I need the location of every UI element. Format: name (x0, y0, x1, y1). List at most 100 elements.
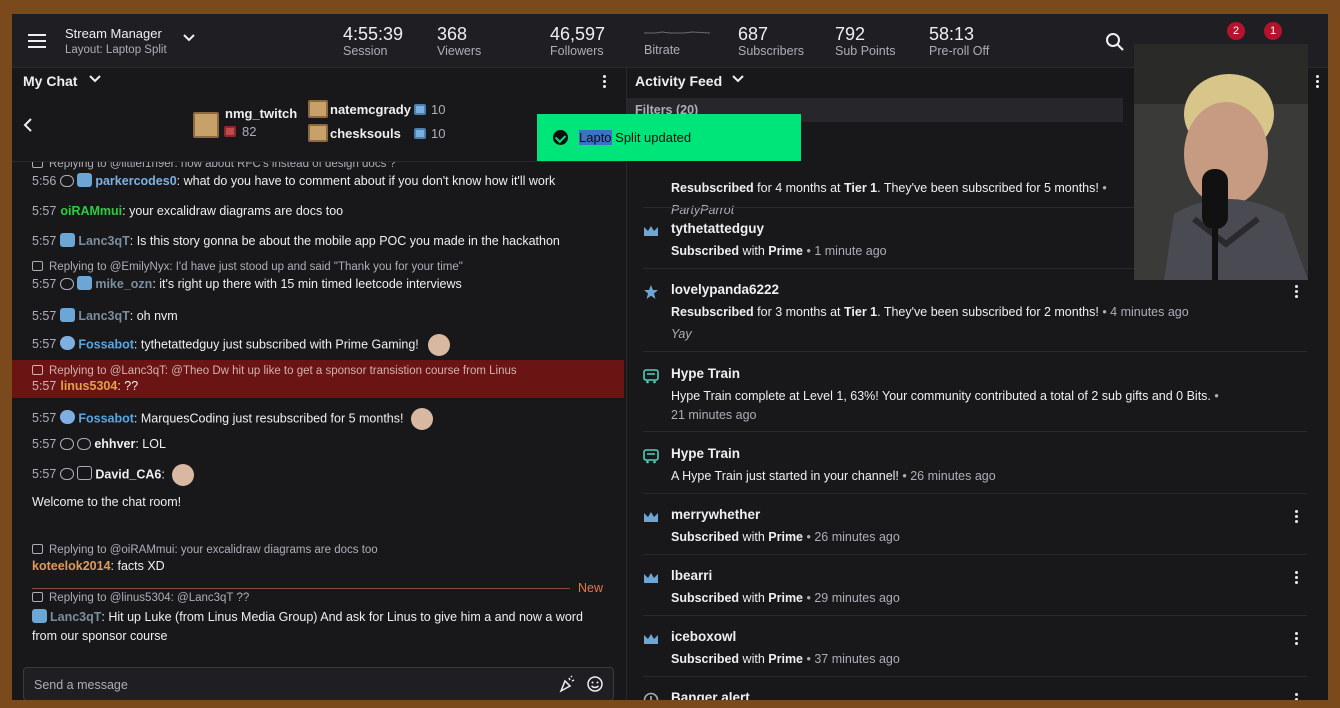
timestamp: 5:57 (32, 379, 57, 393)
feed-item-more-icon[interactable] (1293, 509, 1299, 525)
message-text: : facts XD (110, 559, 165, 573)
feed-item-more-icon[interactable] (1293, 631, 1299, 647)
activity-feed-chevron-down-icon[interactable] (731, 71, 745, 87)
reply-icon (32, 544, 43, 554)
username[interactable]: Fossabot (78, 337, 134, 351)
stat-label: Pre-roll Off (929, 44, 990, 58)
gifter-name[interactable]: nmg_twitch (225, 106, 297, 121)
reply-text: Replying to @Lanc3qT: @Theo Dw hit up li… (49, 365, 517, 377)
feed-username[interactable]: merrywhether (671, 507, 760, 522)
feed-action-detail: for 4 months at (753, 181, 844, 195)
gift-rank-2-icon (308, 100, 328, 118)
hype-train-icon (643, 449, 659, 464)
feed-more-icon[interactable] (1314, 74, 1320, 90)
top-gifters-leaderboard: nmg_twitch 82 natemcgrady 10 chesksouls … (12, 94, 624, 162)
username[interactable]: parkercodes0 (95, 174, 176, 188)
username[interactable]: ehhver (94, 437, 135, 451)
username[interactable]: Lanc3qT (78, 234, 129, 248)
reply-text: Replying to @EmilyNyx: I'd have just sto… (49, 261, 463, 273)
search-icon[interactable] (1105, 32, 1125, 52)
message-text: : oh nvm (129, 309, 178, 323)
username[interactable]: Lanc3qT (50, 610, 101, 624)
party-emote-icon[interactable] (558, 675, 576, 693)
feed-divider (643, 351, 1307, 352)
crown-icon (644, 226, 658, 236)
feed-time: • 1 minute ago (803, 244, 887, 258)
reply-icon (32, 261, 43, 271)
glasses-badge-icon (60, 438, 75, 450)
feed-item-more-icon[interactable] (1293, 692, 1299, 700)
feed-username[interactable]: lovelypanda6222 (671, 282, 779, 297)
gifter-name[interactable]: natemcgrady (330, 102, 411, 117)
username[interactable]: David_CA6 (95, 467, 161, 481)
layout-label: Layout: Laptop Split (65, 44, 167, 56)
username[interactable]: Lanc3qT (78, 309, 129, 323)
feed-action-detail: with (739, 244, 769, 258)
emote-icon (410, 408, 433, 430)
bitrate-sparkline (644, 31, 710, 34)
sub-badge-icon (77, 276, 93, 290)
feed-username[interactable]: lbearri (671, 568, 712, 583)
stat-label: Bitrate (644, 43, 681, 57)
stat-value: 687 (738, 24, 769, 44)
feed-time: • 4 minutes ago (1098, 305, 1189, 319)
activity-feed-title: Activity Feed (635, 73, 723, 89)
send-message-input[interactable]: Send a message (23, 667, 614, 700)
feed-username[interactable]: tythetattedguy (671, 221, 764, 236)
feed-time: • 37 minutes ago (803, 652, 900, 666)
feed-item-more-icon[interactable] (1293, 570, 1299, 586)
reply-context: Replying to @littlef1n9er: how about RFC… (32, 162, 624, 170)
feed-rest: . They've been subscribed for 5 months! (877, 181, 1099, 195)
gift-icon (414, 128, 426, 139)
timestamp: 5:57 (32, 204, 57, 218)
notification-count-badge[interactable]: 1 (1264, 22, 1282, 40)
gifter-name[interactable]: chesksouls (330, 126, 401, 141)
stream-manager-window: Stream Manager Layout: Laptop Split 4:55… (12, 14, 1328, 700)
feed-item-text: Subscribed with Prime • 29 minutes ago (671, 589, 1231, 608)
chat-message-highlighted: Replying to @Lanc3qT: @Theo Dw hit up li… (12, 360, 624, 398)
feed-action: Subscribed (671, 530, 740, 544)
new-messages-label: New (578, 581, 604, 595)
timestamp: 5:57 (32, 234, 57, 248)
reply-text: Replying to @oiRAMmui: your excalidraw d… (49, 544, 378, 556)
username[interactable]: koteelok2014 (32, 559, 111, 573)
username[interactable]: mike_ozn (95, 277, 152, 291)
glasses-badge-icon (60, 175, 75, 187)
chat-chevron-down-icon[interactable] (88, 71, 102, 87)
emoji-picker-icon[interactable] (586, 675, 604, 693)
message-text: : tythetattedguy just subscribed with Pr… (133, 337, 419, 352)
reply-context: Replying to @EmilyNyx: I'd have just sto… (32, 261, 624, 273)
sub-badge-icon (60, 233, 76, 247)
reply-context: Replying to @Lanc3qT: @Theo Dw hit up li… (32, 365, 624, 377)
username[interactable]: Fossabot (78, 411, 134, 425)
chat-messages: Replying to @littlef1n9er: how about RFC… (12, 162, 624, 652)
hamburger-menu-icon[interactable] (26, 30, 48, 52)
chat-more-icon[interactable] (601, 74, 607, 90)
glasses-badge-icon (60, 468, 75, 481)
username[interactable]: linus5304 (60, 379, 117, 393)
feed-action: Subscribed (671, 244, 740, 258)
stat-sub-points: 792 Sub Points (835, 25, 895, 58)
timestamp: 5:56 (32, 174, 57, 188)
layout-updated-toast: Lapto Split updated (537, 114, 801, 161)
feed-tier: Prime (768, 652, 804, 666)
layout-chevron-down-icon[interactable] (182, 30, 196, 46)
timestamp: 5:57 (32, 337, 57, 352)
feed-item-text: Resubscribed for 3 months at Tier 1. The… (671, 303, 1231, 322)
timestamp: 5:57 (32, 309, 57, 323)
chat-message: 5:57 Fossabot: tythetattedguy just subscr… (12, 334, 624, 356)
feed-item-more-icon[interactable] (1293, 284, 1299, 300)
chat-message: 5:57 oiRAMmui: your excalidraw diagrams a… (12, 204, 624, 218)
message-text: : your excalidraw diagrams are docs too (122, 204, 344, 218)
feed-title: Hype Train (671, 366, 741, 381)
username[interactable]: oiRAMmui (60, 204, 122, 218)
notification-count-badge[interactable]: 2 (1227, 22, 1245, 40)
back-arrow-icon[interactable] (22, 116, 34, 137)
feed-divider (643, 676, 1307, 677)
feed-username[interactable]: iceboxowl (671, 629, 736, 644)
input-placeholder: Send a message (34, 678, 128, 692)
message-text: : (161, 467, 165, 482)
emote-icon (428, 334, 451, 356)
glasses-badge-icon (60, 278, 75, 290)
message-text: : what do you have to comment about if y… (176, 174, 556, 188)
